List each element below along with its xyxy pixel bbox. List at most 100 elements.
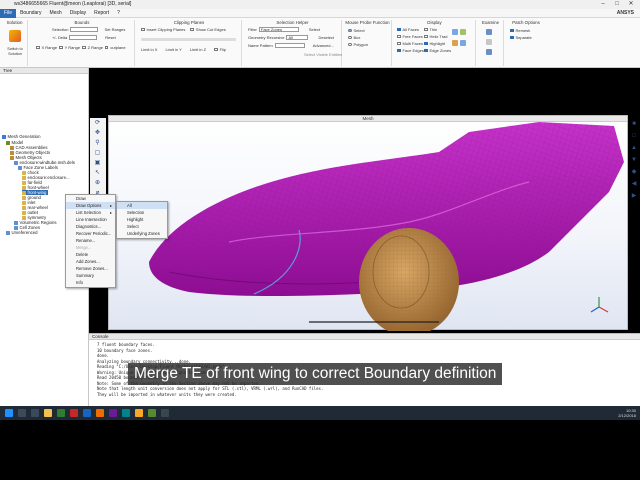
remesh-checkbox[interactable] <box>510 28 514 33</box>
menu-report[interactable]: Report <box>90 9 113 18</box>
context-menu-item-rename[interactable]: Rename... <box>66 237 115 244</box>
geometry-recursive-select[interactable]: All <box>286 35 309 40</box>
probe-polygon-radio[interactable] <box>348 42 352 47</box>
view-iso-icon[interactable]: ◆ <box>630 168 638 176</box>
delta-field[interactable] <box>69 35 98 40</box>
submenu-item-underlying-zones[interactable]: Underlying Zones <box>117 230 167 237</box>
y-range-checkbox[interactable] <box>59 45 63 50</box>
select-visible-label[interactable]: Select Visible Entities <box>304 52 342 57</box>
context-menu-item-draw[interactable]: Draw <box>66 195 115 202</box>
zoom-icon[interactable]: ⚲ <box>93 140 102 147</box>
view-right-icon[interactable]: ▶ <box>630 192 638 200</box>
cutplane-checkbox[interactable] <box>104 45 109 50</box>
task-view-icon[interactable] <box>31 409 39 417</box>
clipping-slider-x[interactable] <box>141 38 236 41</box>
name-pattern-field[interactable] <box>274 43 305 48</box>
context-menu-item-list-selection[interactable]: List Selection ▸ <box>66 209 115 216</box>
switch-to-solution-button[interactable]: Switch to Solution <box>5 28 25 62</box>
start-icon[interactable] <box>5 409 13 417</box>
file-explorer-icon[interactable] <box>44 409 52 417</box>
context-menu-item-line-intersection[interactable]: Line Intersection <box>66 216 115 223</box>
set-ranges-button[interactable]: Set Ranges <box>104 27 125 32</box>
rotate-icon[interactable]: ⟳ <box>93 120 102 127</box>
app-icon-5[interactable] <box>109 409 117 417</box>
submenu-item-all[interactable]: All <box>117 202 167 209</box>
x-range-checkbox[interactable] <box>36 45 40 50</box>
tree-item-mesh-generation[interactable]: Mesh Generation <box>2 134 40 139</box>
system-clock[interactable]: 10:30 2/12/2018 <box>618 408 636 418</box>
filter-select[interactable]: Face Zones <box>258 27 299 32</box>
deselect-button[interactable]: Deselect <box>318 35 334 40</box>
multi-faces-checkbox[interactable] <box>397 41 401 46</box>
insert-clipping-checkbox[interactable] <box>141 27 145 32</box>
menu-mesh[interactable]: Mesh <box>45 9 65 18</box>
helix-trad-checkbox[interactable] <box>424 34 428 39</box>
search-icon[interactable] <box>18 409 26 417</box>
context-menu-item-delete[interactable]: Delete <box>66 251 115 258</box>
close-button[interactable]: ✕ <box>624 0 638 9</box>
face-edges-checkbox[interactable] <box>397 48 401 53</box>
examine-list-icon[interactable] <box>486 39 492 45</box>
view-back-icon[interactable]: □ <box>630 132 638 140</box>
examine-probe-icon[interactable] <box>486 29 492 35</box>
fit-view-icon[interactable]: ▣ <box>93 160 102 167</box>
reset-button[interactable]: Reset <box>105 35 115 40</box>
context-menu-item-remove-zones[interactable]: Remove Zones... <box>66 265 115 272</box>
context-menu-item-merge[interactable]: Merge... <box>66 244 115 251</box>
fit-icon[interactable] <box>460 40 466 46</box>
flip-checkbox[interactable] <box>214 47 218 52</box>
context-menu-item-add-zones[interactable]: Add Zones... <box>66 258 115 265</box>
mesh-render[interactable] <box>109 122 629 331</box>
examine-measure-icon[interactable] <box>486 49 492 55</box>
select-icon[interactable]: ↖ <box>93 170 102 177</box>
ansys-taskbar-icon[interactable] <box>135 409 143 417</box>
view-top-icon[interactable]: ▲ <box>630 144 638 152</box>
zoom-box-icon[interactable]: ▢ <box>93 150 102 157</box>
menu-help[interactable]: ? <box>113 9 124 18</box>
select-button[interactable]: Select <box>309 27 320 32</box>
tree-item-unreferenced[interactable]: Unreferenced <box>6 230 38 235</box>
all-faces-checkbox[interactable] <box>397 27 401 32</box>
graphics-viewport[interactable]: Mesh <box>108 115 629 331</box>
probe-icon[interactable]: ⊕ <box>93 180 102 187</box>
app-icon-8[interactable] <box>161 409 169 417</box>
show-cut-edges-checkbox[interactable] <box>190 27 194 32</box>
probe-select-radio[interactable] <box>348 28 352 33</box>
submenu-item-select[interactable]: Select <box>117 223 167 230</box>
z-range-checkbox[interactable] <box>82 45 86 50</box>
app-icon-1[interactable] <box>57 409 65 417</box>
submenu-item-highlight[interactable]: Highlight <box>117 216 167 223</box>
edge-zones-checkbox[interactable] <box>424 48 428 53</box>
menu-file[interactable]: File <box>0 8 17 18</box>
context-menu-item-draw-options[interactable]: Draw Options ▸ <box>66 202 115 209</box>
highlight-checkbox[interactable] <box>424 41 428 46</box>
app-icon-7[interactable] <box>148 409 156 417</box>
context-menu-item-summary[interactable]: Summary <box>66 272 115 279</box>
app-icon-4[interactable] <box>96 409 104 417</box>
menu-boundary[interactable]: Boundary <box>16 9 45 18</box>
view-bottom-icon[interactable]: ▼ <box>630 156 638 164</box>
clear-icon[interactable] <box>452 40 458 46</box>
minimize-button[interactable]: – <box>596 0 610 9</box>
app-icon-2[interactable] <box>70 409 78 417</box>
probe-box-radio[interactable] <box>348 35 352 40</box>
app-icon-6[interactable] <box>122 409 130 417</box>
submenu-item-selection[interactable]: Selection <box>117 209 167 216</box>
separate-checkbox[interactable] <box>510 35 514 40</box>
advanced-button[interactable]: Advanced... <box>313 43 334 48</box>
view-left-icon[interactable]: ◀ <box>630 180 638 188</box>
draw-icon[interactable] <box>452 29 458 35</box>
context-menu-item-info[interactable]: Info <box>66 279 115 286</box>
view-icon[interactable] <box>460 29 466 35</box>
rear-wheel[interactable] <box>359 228 459 331</box>
view-front-icon[interactable]: ■ <box>630 120 638 128</box>
thin-checkbox[interactable] <box>424 27 428 32</box>
selection-field[interactable] <box>70 27 99 32</box>
app-icon-3[interactable] <box>83 409 91 417</box>
maximize-button[interactable]: □ <box>610 0 624 9</box>
context-menu-item-diagnostics[interactable]: Diagnostics... <box>66 223 115 230</box>
menu-display[interactable]: Display <box>66 9 90 18</box>
pan-icon[interactable]: ✥ <box>93 130 102 137</box>
context-menu-item-recover-periodic[interactable]: Recover Periodic... <box>66 230 115 237</box>
free-faces-checkbox[interactable] <box>397 34 401 39</box>
